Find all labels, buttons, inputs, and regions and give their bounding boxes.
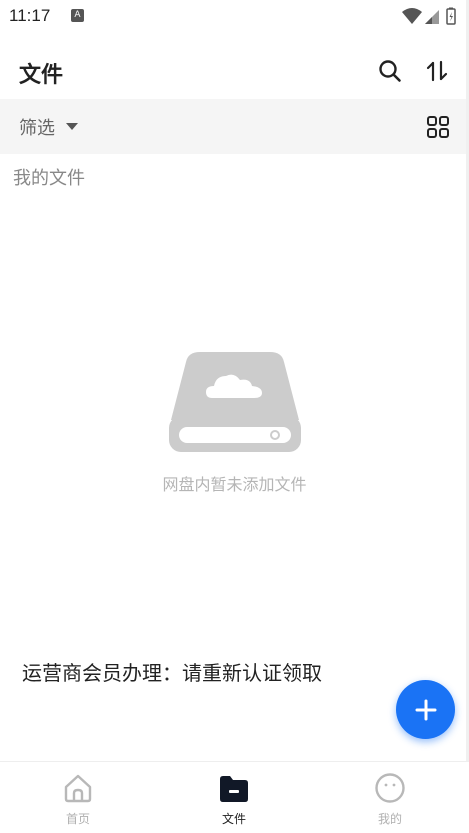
nav-label-profile: 我的 <box>377 812 402 826</box>
empty-state-text: 网盘内暂未添加文件 <box>162 475 307 494</box>
app-header: 文件 <box>0 44 469 98</box>
folder-icon <box>220 776 248 802</box>
page-title: 文件 <box>19 63 64 88</box>
wifi-icon <box>402 8 422 24</box>
search-button[interactable] <box>377 58 403 84</box>
cloud-drive-icon <box>169 352 301 452</box>
nav-item-files[interactable]: 文件 <box>184 762 284 833</box>
nav-item-home[interactable]: 首页 <box>28 762 128 833</box>
plus-icon <box>415 699 436 720</box>
filter-dropdown[interactable]: 筛选 <box>0 99 90 154</box>
status-time: 11:17 <box>9 6 51 25</box>
home-icon <box>64 774 92 803</box>
profile-icon <box>375 773 405 803</box>
nav-label-home: 首页 <box>65 812 90 826</box>
filter-bar: 筛选 <box>0 99 469 154</box>
grid-view-icon <box>427 116 449 138</box>
battery-icon <box>446 7 456 25</box>
grid-view-button[interactable] <box>426 115 450 139</box>
filter-label: 筛选 <box>19 118 55 139</box>
status-bar: 11:17 A <box>0 0 469 34</box>
nav-item-profile[interactable]: 我的 <box>340 762 440 833</box>
notification-app-icon: A <box>71 9 84 22</box>
carrier-promo-text[interactable]: 运营商会员办理：请重新认证领取 <box>22 657 322 686</box>
bottom-nav: 首页 文件 我的 <box>0 761 469 833</box>
sort-button[interactable] <box>424 58 450 84</box>
sort-icon <box>426 60 448 82</box>
search-icon <box>379 60 401 82</box>
add-file-button[interactable] <box>396 680 455 739</box>
nav-label-files: 文件 <box>221 812 246 826</box>
section-title: 我的文件 <box>13 168 85 189</box>
signal-icon <box>425 10 439 24</box>
caret-down-icon <box>66 123 78 130</box>
status-icons <box>401 6 461 26</box>
